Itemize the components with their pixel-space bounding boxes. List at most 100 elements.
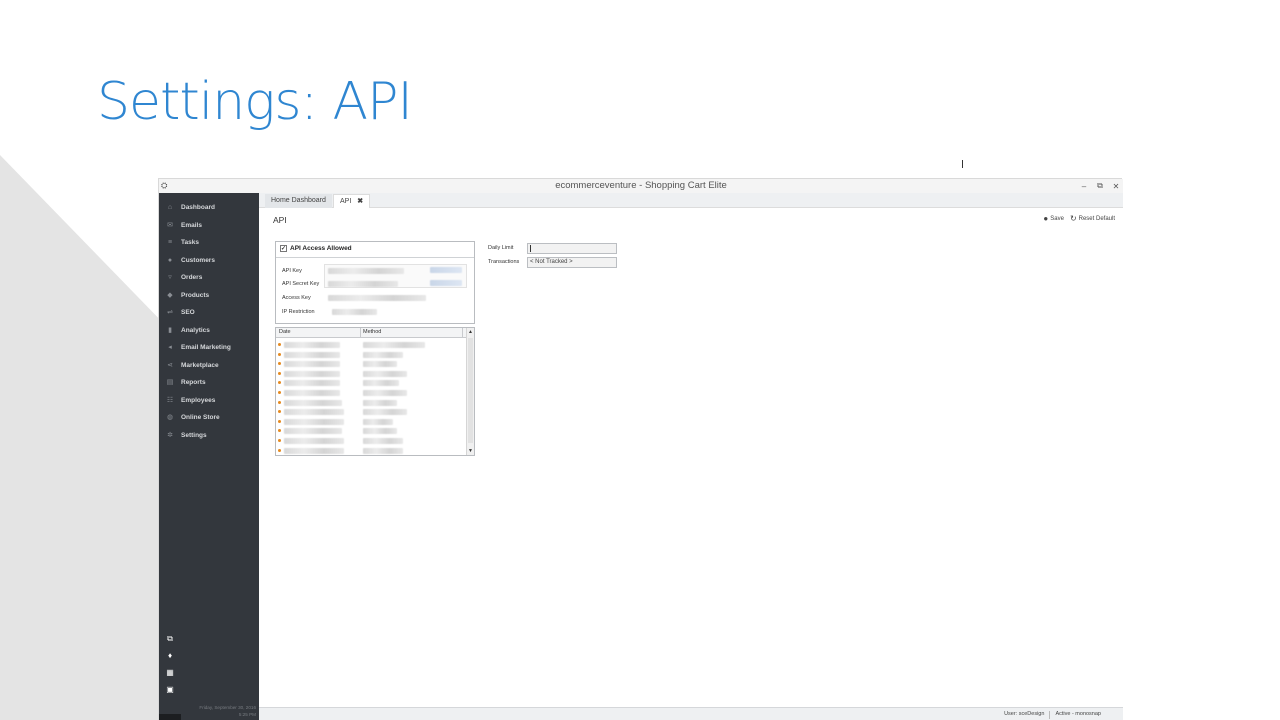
api-key-action-redacted[interactable] (430, 267, 462, 273)
access-key-value-redacted[interactable] (328, 295, 426, 301)
sidebar-item-label: Settings (181, 432, 207, 439)
row-status-dot (278, 400, 281, 404)
table-row[interactable] (276, 446, 466, 455)
column-header-method[interactable]: Method (363, 329, 381, 335)
tab-home-dashboard[interactable]: Home Dashboard (265, 194, 332, 208)
method-cell-redacted (363, 438, 403, 444)
divider (276, 257, 474, 258)
sidebar-item-products[interactable]: ◆ Products (159, 287, 259, 304)
api-secret-key-label: API Secret Key (282, 281, 320, 287)
scroll-down-icon[interactable]: ▼ (467, 447, 474, 455)
reset-default-button[interactable]: ↻ Reset Default (1070, 214, 1115, 223)
sidebar-datetime: Friday, September 30, 2016 5:25 PM (176, 704, 256, 718)
scroll-thumb[interactable] (468, 338, 473, 443)
method-cell-redacted (363, 370, 407, 377)
table-row[interactable] (276, 369, 466, 379)
date-cell-redacted (284, 399, 342, 406)
date-cell-redacted (284, 428, 342, 435)
method-cell-redacted (363, 351, 403, 358)
sidebar-item-customers[interactable]: ● Customers (159, 252, 259, 269)
sidebar: ⌂ Dashboard ✉ Emails ≡ Tasks ● Customers ▿ Or… (159, 193, 259, 720)
sidebar-item-employees[interactable]: ☷ Employees (159, 392, 259, 409)
restore-icon[interactable]: ⧉ (1095, 181, 1105, 191)
calculator-icon[interactable]: ▦ (165, 668, 175, 678)
tab-api[interactable]: API ✖ (333, 194, 371, 208)
sidebar-item-label: Reports (181, 379, 206, 386)
method-cell-redacted (363, 380, 399, 387)
daily-limit-input[interactable] (527, 243, 617, 254)
sidebar-item-label: Customers (181, 257, 215, 264)
sidebar-item-label: Online Store (181, 414, 220, 421)
tab-bar: Home Dashboard API ✖ (259, 193, 1123, 208)
sidebar-item-label: Emails (181, 222, 202, 229)
table-row[interactable] (276, 350, 466, 360)
tasks-icon: ≡ (167, 238, 173, 246)
text-cursor (962, 160, 963, 168)
table-row[interactable] (276, 436, 466, 446)
date-cell-redacted (284, 342, 340, 348)
globe-icon: ◍ (166, 413, 174, 421)
home-icon: ⌂ (167, 203, 173, 211)
sidebar-item-label: Employees (181, 397, 216, 404)
date-cell-redacted (284, 418, 344, 425)
ip-restriction-label: IP Restriction (282, 309, 315, 315)
sidebar-item-emails[interactable]: ✉ Emails (159, 217, 259, 234)
calendar-icon[interactable]: ▣ (165, 685, 175, 695)
row-status-dot (278, 429, 281, 433)
minimize-icon[interactable]: – (1079, 182, 1089, 191)
sidebar-item-dashboard[interactable]: ⌂ Dashboard (159, 199, 259, 216)
share-icon: ⋖ (167, 361, 173, 369)
more-button[interactable]: ••• (159, 714, 181, 720)
title-bar: ⛭ ecommerceventure - Shopping Cart Elite… (159, 179, 1123, 193)
table-row[interactable] (276, 340, 466, 350)
close-tab-icon[interactable]: ✖ (357, 198, 363, 205)
method-cell-redacted (363, 342, 425, 348)
close-icon[interactable]: ✕ (1111, 182, 1121, 191)
table-row[interactable] (276, 426, 466, 436)
sidebar-item-orders[interactable]: ▿ Orders (159, 269, 259, 286)
person-icon: ● (167, 256, 173, 264)
windows-icon[interactable]: ⧉ (165, 634, 175, 644)
time-text: 5:25 PM (238, 712, 256, 717)
api-access-row: ✓ API Access Allowed (280, 245, 352, 252)
api-key-value-redacted[interactable] (328, 268, 404, 274)
sidebar-item-tasks[interactable]: ≡ Tasks (159, 234, 259, 251)
daily-limit-label: Daily Limit (488, 245, 514, 251)
table-row[interactable] (276, 359, 466, 369)
sidebar-item-seo[interactable]: ⇌ SEO (159, 304, 259, 321)
table-row[interactable] (276, 407, 466, 417)
api-secret-key-action-redacted[interactable] (430, 280, 462, 286)
sidebar-item-marketplace[interactable]: ⋖ Marketplace (159, 357, 259, 374)
table-row[interactable] (276, 388, 466, 398)
ip-restriction-value-redacted[interactable] (332, 309, 377, 315)
sidebar-item-label: SEO (181, 309, 195, 316)
toolbar: ● Save ↻ Reset Default (1043, 214, 1115, 223)
main-content: Home Dashboard API ✖ API ● Save ↻ Reset Def… (259, 193, 1123, 720)
sidebar-item-label: Marketplace (181, 362, 219, 369)
sidebar-item-email-marketing[interactable]: ◂ Email Marketing (159, 339, 259, 356)
api-access-checkbox[interactable]: ✓ (280, 245, 287, 252)
column-header-date[interactable]: Date (279, 329, 291, 335)
transactions-field[interactable]: < Not Tracked > (527, 257, 617, 268)
date-cell-redacted (284, 409, 344, 416)
row-status-dot (278, 381, 281, 385)
transactions-label: Transactions (488, 259, 520, 265)
table-row[interactable] (276, 398, 466, 408)
sidebar-item-reports[interactable]: ▤ Reports (159, 374, 259, 391)
sidebar-item-analytics[interactable]: ▮ Analytics (159, 322, 259, 339)
people-icon: ☷ (166, 396, 174, 404)
sidebar-item-settings[interactable]: ✲ Settings (159, 427, 259, 444)
method-cell-redacted (363, 390, 407, 396)
sidebar-item-online-store[interactable]: ◍ Online Store (159, 409, 259, 426)
api-secret-key-value-redacted[interactable] (328, 281, 398, 287)
vertical-scrollbar[interactable]: ▲ ▼ (466, 328, 474, 455)
table-row[interactable] (276, 417, 466, 427)
date-cell-redacted (284, 390, 340, 396)
date-cell-redacted (284, 370, 340, 377)
tab-api-label: API (340, 198, 352, 205)
scroll-up-icon[interactable]: ▲ (467, 328, 474, 336)
lightbulb-icon[interactable]: ♦ (165, 651, 175, 661)
save-button[interactable]: ● Save (1043, 214, 1064, 223)
table-row[interactable] (276, 378, 466, 388)
api-access-label: API Access Allowed (290, 245, 352, 252)
